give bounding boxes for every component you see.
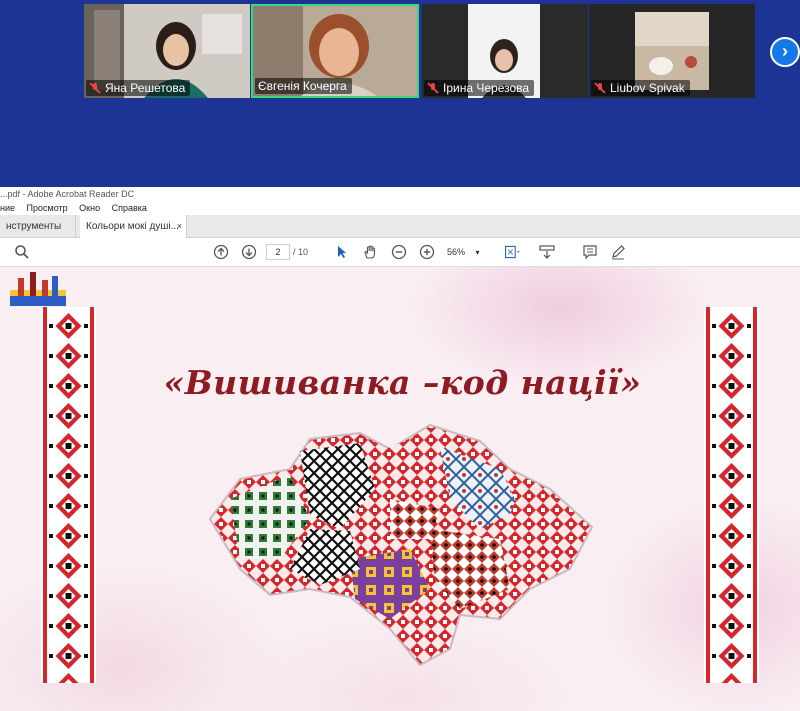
tab-document[interactable]: Кольори мокі душі... × bbox=[80, 215, 187, 238]
embroidery-ornament bbox=[41, 307, 96, 683]
page-total: / 10 bbox=[293, 247, 309, 257]
menu-item-help[interactable]: Справка bbox=[112, 203, 147, 213]
left-ornament-border bbox=[41, 307, 96, 683]
window-title-bar: ...pdf - Adobe Acrobat Reader DC bbox=[0, 187, 800, 201]
participant-name-label: Євгенія Кочерга bbox=[255, 78, 352, 94]
zoom-level-select[interactable]: 56% ▾ bbox=[447, 244, 491, 260]
pdf-page: «Вишиванка –код нації» bbox=[0, 267, 800, 711]
select-arrow-icon[interactable] bbox=[334, 244, 350, 260]
participant-tile[interactable]: Яна Решетова bbox=[84, 4, 250, 98]
page-number-input[interactable]: 2 bbox=[266, 244, 290, 260]
participant-tile[interactable]: Ірина Черезова bbox=[422, 4, 588, 98]
window-title: ...pdf - Adobe Acrobat Reader DC bbox=[0, 189, 135, 199]
tab-document-label: Кольори мокі душі... bbox=[86, 221, 179, 232]
muted-mic-icon bbox=[427, 82, 439, 94]
participant-name-label: Яна Решетова bbox=[86, 80, 191, 96]
muted-mic-icon bbox=[594, 82, 606, 94]
hand-icon[interactable] bbox=[362, 244, 378, 260]
fit-page-icon[interactable] bbox=[504, 244, 520, 260]
chevron-down-icon: ▾ bbox=[475, 248, 480, 257]
participant-name: Liubov Spivak bbox=[610, 81, 685, 95]
participant-name-label: Ірина Черезова bbox=[424, 80, 535, 96]
embroidery-ornament bbox=[704, 307, 759, 683]
slide-title: «Вишиванка –код нації» bbox=[163, 363, 642, 402]
menu-bar: ние Просмотр Окно Справка bbox=[0, 201, 800, 215]
zoom-level-value: 56% bbox=[447, 247, 466, 257]
page-up-icon[interactable] bbox=[213, 244, 229, 260]
tab-tools[interactable]: нструменты bbox=[0, 215, 76, 238]
participant-name: Євгенія Кочерга bbox=[258, 79, 347, 93]
ukraine-embroidery-map bbox=[208, 423, 594, 667]
participant-tile-active-speaker[interactable]: Євгенія Кочерга bbox=[251, 4, 419, 98]
video-participants-bar: Яна Решетова Євгенія Кочерга Ірина Через… bbox=[0, 0, 800, 187]
muted-mic-icon bbox=[89, 82, 101, 94]
participant-tile[interactable]: Liubov Spivak bbox=[589, 4, 755, 98]
school-logo bbox=[10, 272, 66, 306]
menu-item-edit[interactable]: ние bbox=[0, 203, 15, 213]
participant-name-label: Liubov Spivak bbox=[591, 80, 690, 96]
participant-name: Ірина Черезова bbox=[443, 81, 530, 95]
menu-item-view[interactable]: Просмотр bbox=[27, 203, 68, 213]
search-icon[interactable] bbox=[14, 244, 30, 260]
pen-icon[interactable] bbox=[610, 244, 626, 260]
tab-tools-label: нструменты bbox=[6, 221, 62, 232]
chevron-right-icon: › bbox=[782, 41, 788, 61]
scroll-mode-icon[interactable] bbox=[539, 244, 555, 260]
next-participants-button[interactable]: › bbox=[770, 37, 800, 67]
participant-name: Яна Решетова bbox=[105, 81, 186, 95]
tab-bar: нструменты Кольори мокі душі... × bbox=[0, 215, 800, 238]
comment-icon[interactable] bbox=[582, 244, 598, 260]
zoom-out-icon[interactable] bbox=[391, 244, 407, 260]
right-ornament-border bbox=[704, 307, 759, 683]
menu-item-window[interactable]: Окно bbox=[79, 203, 100, 213]
page-down-icon[interactable] bbox=[241, 244, 257, 260]
close-tab-icon[interactable]: × bbox=[177, 215, 182, 238]
page-number-value: 2 bbox=[275, 247, 281, 257]
toolbar: 2 / 10 56% ▾ bbox=[0, 238, 800, 267]
zoom-in-icon[interactable] bbox=[419, 244, 435, 260]
